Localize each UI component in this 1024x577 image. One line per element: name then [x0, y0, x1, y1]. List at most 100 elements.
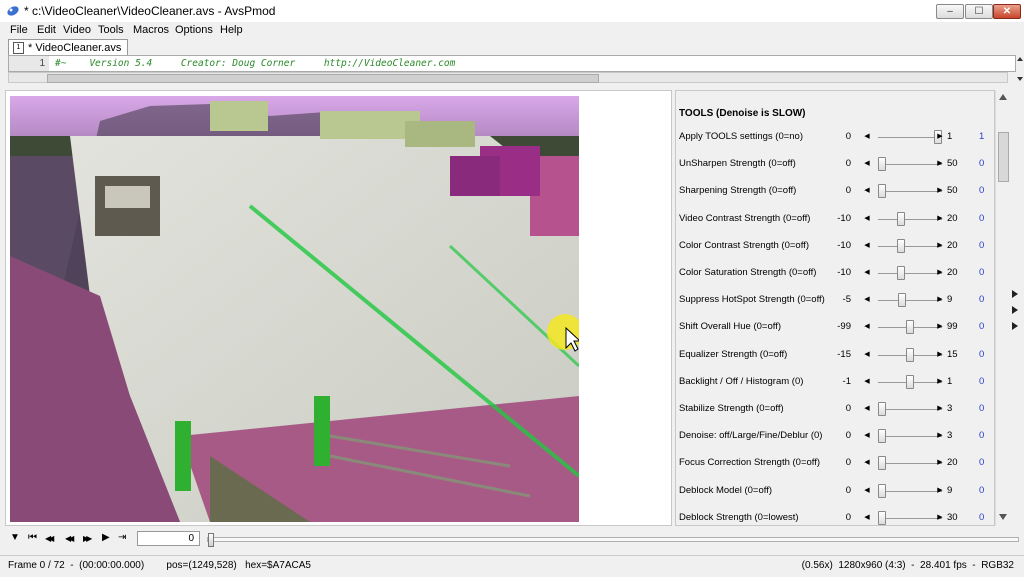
increase-icon[interactable]: ▶	[935, 240, 945, 251]
scroll-up-icon[interactable]	[999, 94, 1007, 100]
decrease-icon[interactable]: ◀	[862, 240, 872, 251]
tool-slider-thumb[interactable]	[906, 374, 914, 389]
editor-scroll-arrows[interactable]	[1016, 55, 1024, 83]
code-line[interactable]: #~ Version 5.4 Creator: Doug Corner http…	[55, 56, 455, 71]
tool-slider-track[interactable]	[878, 517, 942, 519]
decrease-icon[interactable]: ◀	[862, 457, 872, 468]
tool-min-value: 0	[845, 430, 851, 442]
tool-slider-thumb[interactable]	[896, 238, 905, 253]
increase-icon[interactable]: ▶	[935, 430, 945, 441]
tool-slider-thumb[interactable]	[878, 510, 886, 525]
increase-icon[interactable]: ▶	[935, 403, 945, 414]
tool-slider-track[interactable]	[878, 218, 942, 220]
editor-horizontal-scrollbar[interactable]	[8, 72, 1008, 83]
decrease-icon[interactable]: ◀	[862, 185, 872, 196]
rewind-button[interactable]: ◀◀	[45, 534, 54, 543]
script-editor[interactable]: 1 #~ Version 5.4 Creator: Doug Corner ht…	[8, 55, 1016, 72]
play-button[interactable]: ▶	[102, 532, 110, 543]
jump-button[interactable]: ⇥	[118, 532, 126, 543]
tool-slider-track[interactable]	[878, 409, 942, 410]
increase-icon[interactable]: ▶	[935, 267, 945, 278]
increase-icon[interactable]: ▶	[935, 485, 945, 496]
tool-slider-track[interactable]	[878, 191, 942, 193]
scroll-down-icon[interactable]	[999, 514, 1007, 520]
tool-slider-thumb[interactable]	[896, 266, 905, 280]
scrollbar-thumb[interactable]	[998, 132, 1009, 182]
decrease-icon[interactable]: ◀	[862, 321, 872, 332]
side-panel-arrows[interactable]	[1012, 290, 1020, 330]
tool-current-value: 0	[979, 294, 985, 306]
menu-help[interactable]: Help	[220, 24, 243, 36]
increase-icon[interactable]: ▶	[935, 376, 945, 387]
tool-row: Denoise: off/Large/Fine/Deblur (0) 0 ◀ ▶ 3 0	[679, 428, 991, 444]
step-forward-button[interactable]: ▶▶	[83, 534, 92, 543]
increase-icon[interactable]: ▶	[935, 131, 945, 142]
decrease-icon[interactable]: ◀	[862, 349, 872, 360]
increase-icon[interactable]: ▶	[935, 158, 945, 169]
decrease-icon[interactable]: ◀	[862, 294, 872, 305]
increase-icon[interactable]: ▶	[935, 321, 945, 332]
close-button[interactable]: ✕	[993, 4, 1021, 19]
timeline-slider[interactable]	[207, 537, 1019, 542]
menu-macros[interactable]: Macros	[133, 24, 169, 36]
menu-edit[interactable]: Edit	[37, 24, 56, 36]
tool-slider-thumb[interactable]	[906, 347, 914, 362]
decrease-icon[interactable]: ◀	[862, 131, 872, 142]
tool-slider-thumb[interactable]	[906, 320, 914, 335]
tool-slider-track[interactable]	[878, 436, 942, 438]
step-back-button[interactable]: ◀◀	[65, 534, 74, 543]
tab-videocleaner-avs[interactable]: 1 * VideoCleaner.avs	[8, 39, 129, 56]
decrease-icon[interactable]: ◀	[862, 512, 872, 523]
tool-row: UnSharpen Strength (0=off) 0 ◀ ▶ 50 0	[679, 156, 991, 172]
line-number: 1	[9, 56, 49, 71]
tool-slider-track[interactable]	[878, 273, 942, 274]
maximize-button[interactable]: ☐	[965, 4, 993, 19]
first-frame-button[interactable]: ⏮	[28, 532, 37, 543]
tool-slider-thumb[interactable]	[896, 211, 905, 226]
tool-label: Deblock Model (0=off)	[679, 484, 773, 496]
tool-row: Suppress HotSpot Strength (0=off) -5 ◀ ▶ 9 0	[679, 292, 991, 308]
tools-vertical-scrollbar[interactable]	[995, 90, 1009, 526]
frame-number-input[interactable]: 0	[137, 531, 200, 546]
increase-icon[interactable]: ▶	[935, 349, 945, 360]
tool-slider-track[interactable]	[878, 164, 942, 166]
timeline-thumb[interactable]	[208, 533, 214, 547]
tool-slider-thumb[interactable]	[878, 157, 886, 172]
tool-slider-thumb[interactable]	[878, 184, 886, 199]
increase-icon[interactable]: ▶	[935, 512, 945, 523]
decrease-icon[interactable]: ◀	[862, 213, 872, 224]
tool-label: Color Saturation Strength (0=off)	[679, 267, 817, 278]
decrease-icon[interactable]: ◀	[862, 376, 872, 387]
increase-icon[interactable]: ▶	[935, 294, 945, 305]
tool-slider-track[interactable]	[878, 245, 942, 247]
decrease-icon[interactable]: ◀	[862, 267, 872, 278]
menu-video[interactable]: Video	[63, 24, 91, 36]
increase-icon[interactable]: ▶	[935, 185, 945, 196]
minimize-button[interactable]: –	[936, 4, 964, 19]
scrollbar-thumb[interactable]	[47, 74, 599, 83]
decrease-icon[interactable]: ◀	[862, 403, 872, 414]
tool-current-value: 0	[979, 511, 985, 523]
decrease-icon[interactable]: ◀	[862, 158, 872, 169]
tool-slider-thumb[interactable]	[878, 429, 886, 444]
tool-slider-thumb[interactable]	[878, 402, 886, 416]
video-frame[interactable]	[10, 96, 579, 522]
tool-slider-track[interactable]	[878, 300, 942, 302]
decrease-icon[interactable]: ◀	[862, 430, 872, 441]
menu-file[interactable]: File	[10, 24, 28, 36]
tool-slider-track[interactable]	[878, 137, 942, 138]
tool-slider-thumb[interactable]	[878, 456, 886, 471]
tool-slider-track[interactable]	[878, 490, 942, 492]
menu-tools[interactable]: Tools	[98, 24, 124, 36]
tool-row: Color Saturation Strength (0=off) -10 ◀ ▶ 20…	[679, 265, 991, 281]
tool-slider-thumb[interactable]	[878, 483, 886, 498]
playback-menu-button[interactable]: ▼	[10, 532, 20, 543]
increase-icon[interactable]: ▶	[935, 457, 945, 468]
tool-slider-track[interactable]	[878, 463, 942, 465]
tool-label: Deblock Strength (0=lowest)	[679, 511, 799, 523]
menu-options[interactable]: Options	[175, 24, 213, 36]
increase-icon[interactable]: ▶	[935, 213, 945, 224]
tool-min-value: 0	[845, 131, 851, 142]
decrease-icon[interactable]: ◀	[862, 485, 872, 496]
tool-slider-thumb[interactable]	[897, 293, 906, 308]
